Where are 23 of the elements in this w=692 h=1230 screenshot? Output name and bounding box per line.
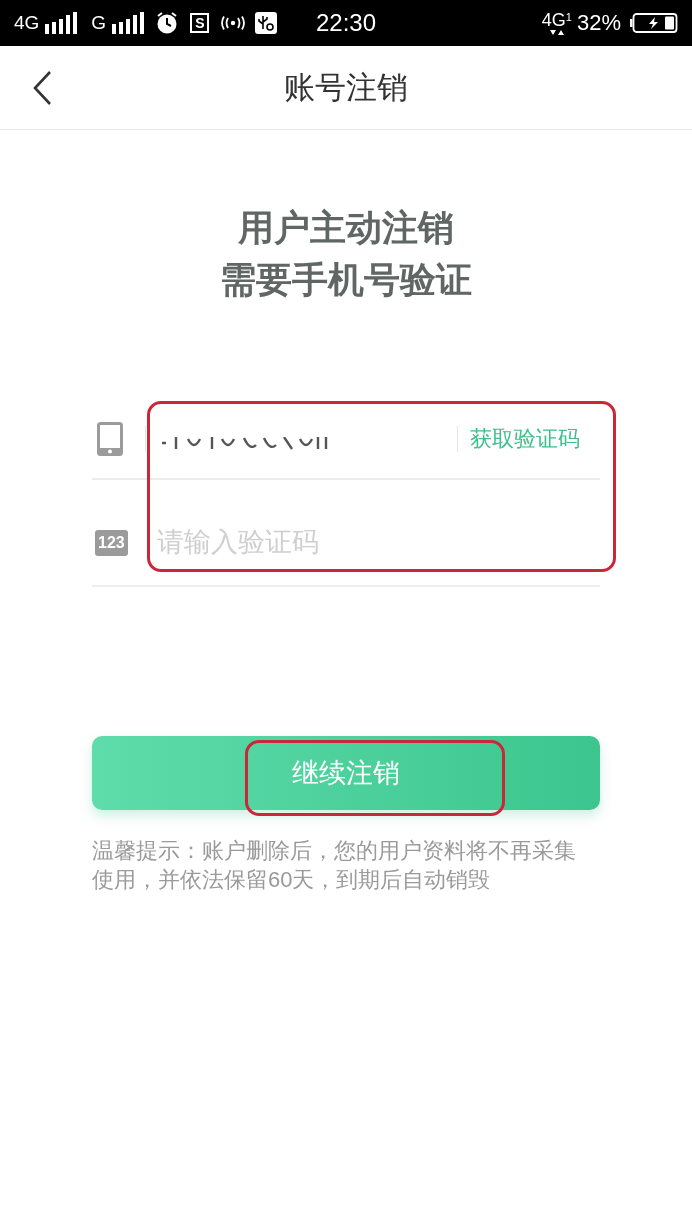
phone-icon [97,422,123,456]
network-label: G [91,12,107,34]
hotspot-icon [221,16,246,30]
network-label: 4G [541,10,566,29]
battery-percent: 32% [576,12,621,34]
signal-icon [45,12,80,34]
data-arrows-icon [548,28,565,36]
notice-text: 温馨提示：账户删除后，您的用户资料将不再采集使用，并依法保留60天，到期后自动销毁 [92,837,577,894]
heading-line: 需要手机号验证 [219,258,473,302]
sim-slot-label: 1 [565,10,572,23]
usb-icon [255,12,278,34]
clock-time: 22:30 [315,9,377,37]
continue-button[interactable]: 继续注销 [92,736,600,810]
signal-icon [112,12,147,34]
network-label: 4G [14,12,40,34]
page-title: 账号注销 [284,68,408,107]
heading-line: 用户主动注销 [237,206,455,250]
battery-icon [630,13,678,33]
back-chevron-icon [32,69,52,106]
number-badge-icon: 123 [95,529,128,556]
app-badge: S [190,13,210,33]
get-code-link[interactable]: 获取验证码 [470,424,580,454]
alarm-clock-icon [156,12,179,34]
